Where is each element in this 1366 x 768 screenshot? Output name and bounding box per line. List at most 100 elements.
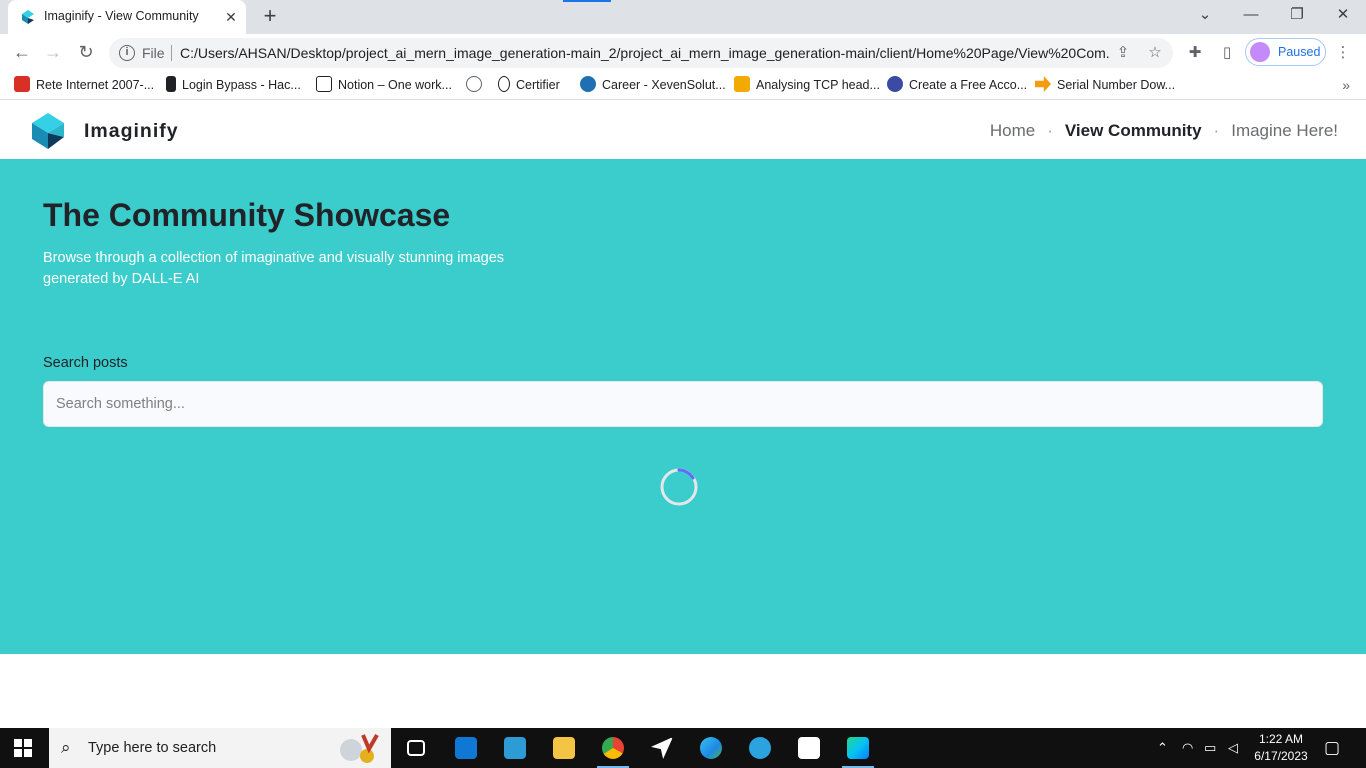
taskbar-app[interactable] bbox=[736, 728, 784, 768]
search-icon: ⌕ bbox=[61, 738, 71, 757]
taskbar-search-placeholder: Type here to search bbox=[88, 740, 217, 756]
bookmark-favicon-icon bbox=[166, 76, 176, 92]
bookmark-label: Career - XevenSolut... bbox=[602, 78, 726, 92]
clock-date: 6/17/2023 bbox=[1254, 749, 1308, 763]
chrome-icon bbox=[602, 737, 624, 759]
telegram-icon bbox=[749, 737, 771, 759]
nav-link-view-community[interactable]: View Community bbox=[1065, 121, 1202, 140]
bookmark-item[interactable]: Analysing TCP head... bbox=[734, 76, 880, 96]
new-tab-button[interactable]: + bbox=[258, 5, 282, 29]
bookmark-label: Serial Number Dow... bbox=[1057, 78, 1176, 92]
bookmark-item[interactable]: Serial Number Dow... bbox=[1035, 76, 1175, 96]
taskbar-app[interactable] bbox=[638, 728, 686, 768]
profile-status-label: Paused bbox=[1278, 45, 1321, 59]
task-view-button[interactable] bbox=[392, 728, 440, 768]
taskbar-app[interactable] bbox=[442, 728, 490, 768]
main-nav: Home · View Community · Imagine Here! bbox=[990, 121, 1338, 141]
tray-overflow-icon[interactable]: ⌃ bbox=[1157, 740, 1168, 756]
brand-name[interactable]: Imaginify bbox=[84, 120, 179, 143]
task-view-icon bbox=[407, 740, 425, 756]
bookmarks-bar: Rete Internet 2007-... Login Bypass - Ha… bbox=[0, 72, 1366, 100]
imaginify-logo-icon[interactable] bbox=[30, 111, 66, 150]
azure-data-studio-icon bbox=[504, 737, 526, 759]
microsoft-store-icon bbox=[798, 737, 820, 759]
window-close-button[interactable]: ✕ bbox=[1328, 4, 1358, 28]
loading-indicator bbox=[563, 0, 611, 2]
webstorm-icon bbox=[847, 737, 869, 759]
loading-spinner-icon bbox=[660, 468, 698, 506]
forward-button[interactable]: → bbox=[41, 41, 65, 65]
bookmark-label: Analysing TCP head... bbox=[756, 78, 880, 92]
arrow-app-icon bbox=[651, 737, 673, 759]
battery-icon[interactable]: ▭ bbox=[1204, 740, 1216, 756]
tab-close-icon[interactable]: ✕ bbox=[222, 8, 240, 26]
globe-icon bbox=[466, 76, 482, 92]
nav-separator: · bbox=[1047, 121, 1053, 140]
taskbar-app[interactable] bbox=[687, 728, 735, 768]
tab-title: Imaginify - View Community bbox=[44, 9, 199, 23]
taskbar-app[interactable] bbox=[785, 728, 833, 768]
volume-icon[interactable]: ◁ bbox=[1228, 740, 1238, 756]
bookmark-label: Create a Free Acco... bbox=[909, 78, 1028, 92]
browser-menu-icon[interactable]: ⋮ bbox=[1333, 43, 1353, 63]
bookmark-star-icon[interactable]: ☆ bbox=[1145, 43, 1165, 63]
notifications-icon[interactable]: ▢ bbox=[1324, 738, 1340, 758]
url-text[interactable]: C:/Users/AHSAN/Desktop/project_ai_mern_i… bbox=[180, 45, 1110, 61]
bookmark-item[interactable] bbox=[466, 76, 488, 96]
file-explorer-icon bbox=[553, 737, 575, 759]
site-header: Imaginify Home · View Community · Imagine He… bbox=[0, 100, 1366, 159]
reload-button[interactable]: ↻ bbox=[74, 41, 98, 65]
clock-time: 1:22 AM bbox=[1258, 732, 1304, 746]
side-panel-icon[interactable]: ▯ bbox=[1217, 43, 1237, 63]
bookmark-label: Certifier bbox=[516, 78, 560, 92]
taskbar-clock[interactable]: 1:22 AM 6/17/2023 bbox=[1253, 731, 1309, 765]
bookmark-favicon-icon bbox=[887, 76, 903, 92]
taskbar-app[interactable] bbox=[540, 728, 588, 768]
search-input[interactable] bbox=[43, 381, 1323, 427]
avatar bbox=[1250, 42, 1270, 62]
windows-start-icon[interactable] bbox=[14, 739, 32, 757]
windows-taskbar: ⌕ Type here to search ⌃ ◠ ▭ ◁ 1:22 AM 6/… bbox=[0, 728, 1366, 768]
bookmark-label: Notion – One work... bbox=[338, 78, 452, 92]
profile-button[interactable]: Paused bbox=[1245, 38, 1326, 66]
mail-icon bbox=[455, 737, 477, 759]
restore-button[interactable]: ❐ bbox=[1282, 4, 1312, 28]
site-info-icon[interactable]: i bbox=[119, 45, 135, 61]
taskbar-app[interactable] bbox=[589, 728, 637, 768]
url-scheme-label: File bbox=[142, 45, 165, 61]
nav-link-imagine-here[interactable]: Imagine Here! bbox=[1231, 121, 1338, 140]
share-icon[interactable]: ⇪ bbox=[1113, 43, 1133, 63]
bookmark-favicon-icon bbox=[14, 76, 30, 92]
bookmark-label: Login Bypass - Hac... bbox=[182, 78, 301, 92]
nav-separator: · bbox=[1213, 121, 1220, 140]
page-subtitle: Browse through a collection of imaginati… bbox=[43, 250, 505, 287]
certifier-icon bbox=[498, 76, 510, 92]
taskbar-app[interactable] bbox=[834, 728, 882, 768]
bookmark-item[interactable]: Career - XevenSolut... bbox=[580, 76, 726, 96]
browser-tabstrip: Imaginify - View Community ✕ + ⌄ — ❐ ✕ bbox=[0, 0, 1366, 34]
tab-search-icon[interactable]: ⌄ bbox=[1190, 4, 1220, 28]
community-section: The Community Showcase Browse through a … bbox=[0, 159, 1366, 654]
notion-icon bbox=[316, 76, 332, 92]
nav-link-home[interactable]: Home bbox=[990, 121, 1035, 140]
more-bookmarks-icon[interactable]: » bbox=[1342, 77, 1350, 93]
extensions-icon[interactable]: ✚ bbox=[1185, 43, 1205, 63]
bookmark-label: Rete Internet 2007-... bbox=[36, 78, 155, 92]
xeven-icon bbox=[580, 76, 596, 92]
bookmark-favicon-icon bbox=[734, 76, 750, 92]
address-bar[interactable]: i File C:/Users/AHSAN/Desktop/project_ai… bbox=[109, 38, 1173, 68]
bookmark-item[interactable]: Create a Free Acco... bbox=[887, 76, 1027, 96]
bookmark-item[interactable]: Certifier bbox=[498, 76, 560, 96]
browser-toolbar: ← → ↻ i File C:/Users/AHSAN/Desktop/proj… bbox=[0, 34, 1366, 72]
taskbar-app[interactable] bbox=[491, 728, 539, 768]
browser-tab[interactable]: Imaginify - View Community ✕ bbox=[8, 0, 246, 34]
bookmark-item[interactable]: Notion – One work... bbox=[316, 76, 452, 96]
bookmark-item[interactable]: Login Bypass - Hac... bbox=[166, 76, 301, 96]
omnibox-divider bbox=[171, 45, 172, 61]
taskbar-search-box[interactable]: ⌕ Type here to search bbox=[49, 728, 391, 768]
back-button[interactable]: ← bbox=[10, 41, 34, 65]
network-icon[interactable]: ◠ bbox=[1182, 740, 1193, 756]
minimize-button[interactable]: — bbox=[1236, 4, 1266, 28]
page-title: The Community Showcase bbox=[43, 197, 451, 233]
bookmark-item[interactable]: Rete Internet 2007-... bbox=[14, 76, 154, 96]
